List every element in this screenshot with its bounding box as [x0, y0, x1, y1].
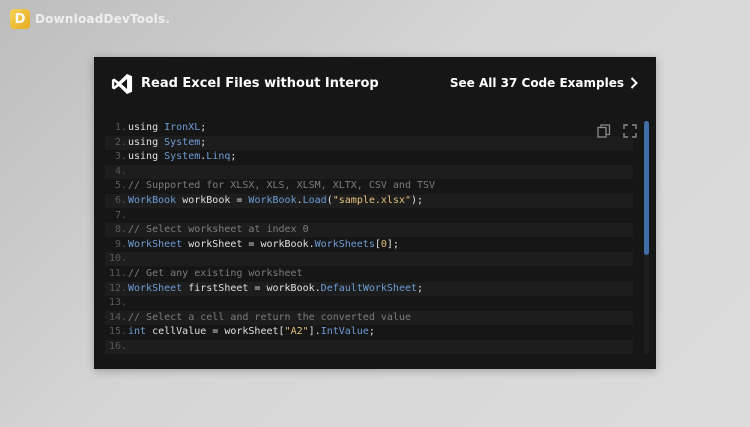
code-token: ].: [308, 326, 321, 338]
code-token: );: [411, 195, 424, 206]
code-token: using: [128, 151, 165, 163]
code-token: ;: [368, 326, 375, 338]
line-number: 15.: [108, 326, 127, 338]
fullscreen-icon[interactable]: [623, 124, 637, 138]
code-line: 1.using IronXL;: [105, 121, 633, 135]
code-token: // Select a cell and return the converte…: [128, 311, 411, 323]
code-token: ;: [417, 282, 424, 294]
line-number: 13.: [108, 297, 127, 309]
code-line: 4.: [105, 164, 633, 179]
code-token: int: [128, 326, 147, 338]
code-token: // Supported for XLSX, XLS, XLSM, XLTX, …: [128, 180, 436, 192]
code-token: WorkBook: [128, 195, 177, 206]
code-token: Linq: [206, 151, 231, 163]
code-token: ];: [386, 238, 399, 250]
code-token: ;: [200, 136, 207, 148]
code-line: 14.// Select a cell and return the conve…: [105, 310, 633, 325]
code-token: using: [128, 122, 165, 133]
line-number: 16.: [108, 341, 127, 352]
code-scrollbar[interactable]: [644, 121, 649, 354]
watermark-logo: D: [10, 9, 30, 29]
code-token: WorkSheet: [128, 282, 183, 294]
watermark: D DownloadDevTools.: [10, 9, 170, 29]
code-token: WorkSheet: [128, 238, 183, 250]
see-all-label: See All 37 Code Examples: [449, 76, 624, 90]
line-number: 14.: [108, 311, 127, 323]
code-token: IronXL: [164, 122, 201, 133]
code-token: workSheet = workBook.: [182, 238, 315, 250]
line-number: 8.: [114, 224, 127, 236]
card-header: Read Excel Files without Interop See All…: [94, 57, 656, 113]
line-number: 1.: [114, 122, 127, 133]
code-line: 13.: [105, 296, 633, 310]
code-token: "A2": [284, 326, 309, 338]
code-line: 12.WorkSheet firstSheet = workBook.Defau…: [105, 281, 633, 296]
code-line: 5.// Supported for XLSX, XLS, XLSM, XLTX…: [105, 179, 633, 193]
line-number: 5.: [114, 180, 127, 192]
code-token: ;: [200, 122, 207, 133]
line-number: 9.: [114, 238, 127, 250]
code-token: cellValue = workSheet[: [146, 326, 285, 338]
code-line: 2.using System;: [105, 135, 633, 150]
visual-studio-icon: [111, 73, 133, 95]
code-token: Load: [302, 195, 327, 206]
code-token: System: [164, 151, 201, 163]
card-title: Read Excel Files without Interop: [141, 76, 379, 91]
code-token: WorkSheets: [314, 238, 375, 250]
code-example-card: Read Excel Files without Interop See All…: [94, 57, 656, 369]
code-line: 10.: [105, 252, 633, 267]
watermark-text: DownloadDevTools.: [35, 12, 171, 26]
chevron-right-icon: [630, 77, 638, 89]
code-token: WorkBook: [248, 195, 297, 206]
see-all-examples-link[interactable]: See All 37 Code Examples: [450, 76, 638, 90]
line-number: 2.: [114, 136, 127, 148]
code-token: // Get any existing worksheet: [128, 268, 303, 279]
code-line: 8.// Select worksheet at index 0: [105, 223, 633, 238]
code-token: "sample.xlsx": [332, 195, 412, 206]
line-number: 4.: [114, 165, 127, 177]
line-number: 10.: [108, 253, 127, 265]
line-number: 6.: [114, 195, 127, 206]
code-block[interactable]: 1.using IronXL; 2.using System; 3.using Sy…: [105, 121, 643, 357]
code-token: DefaultWorkSheet: [320, 282, 417, 294]
code-line: 6.WorkBook workBook = WorkBook.Load("sam…: [105, 194, 633, 208]
line-number: 3.: [114, 151, 127, 163]
code-line: 9.WorkSheet workSheet = workBook.WorkShe…: [105, 238, 633, 252]
line-number: 7.: [114, 209, 127, 221]
scrollbar-thumb[interactable]: [644, 121, 649, 255]
code-token: System: [164, 136, 201, 148]
line-number: 11.: [108, 268, 127, 279]
code-line: 15.int cellValue = workSheet["A2"].IntVa…: [105, 325, 633, 339]
code-line: 7.: [105, 209, 633, 223]
code-line: 16.: [105, 340, 633, 354]
code-token: firstSheet = workBook.: [182, 282, 321, 294]
code-token: IntValue: [320, 326, 369, 338]
line-number: 12.: [108, 282, 127, 294]
code-line: 11.// Get any existing worksheet: [105, 267, 633, 281]
code-line: 3.using System.Linq;: [105, 150, 633, 164]
code-token: workBook =: [176, 195, 249, 206]
copy-icon[interactable]: [597, 124, 611, 138]
code-token: // Select worksheet at index 0: [128, 224, 309, 236]
code-token: using: [128, 136, 165, 148]
code-token: ;: [230, 151, 237, 163]
